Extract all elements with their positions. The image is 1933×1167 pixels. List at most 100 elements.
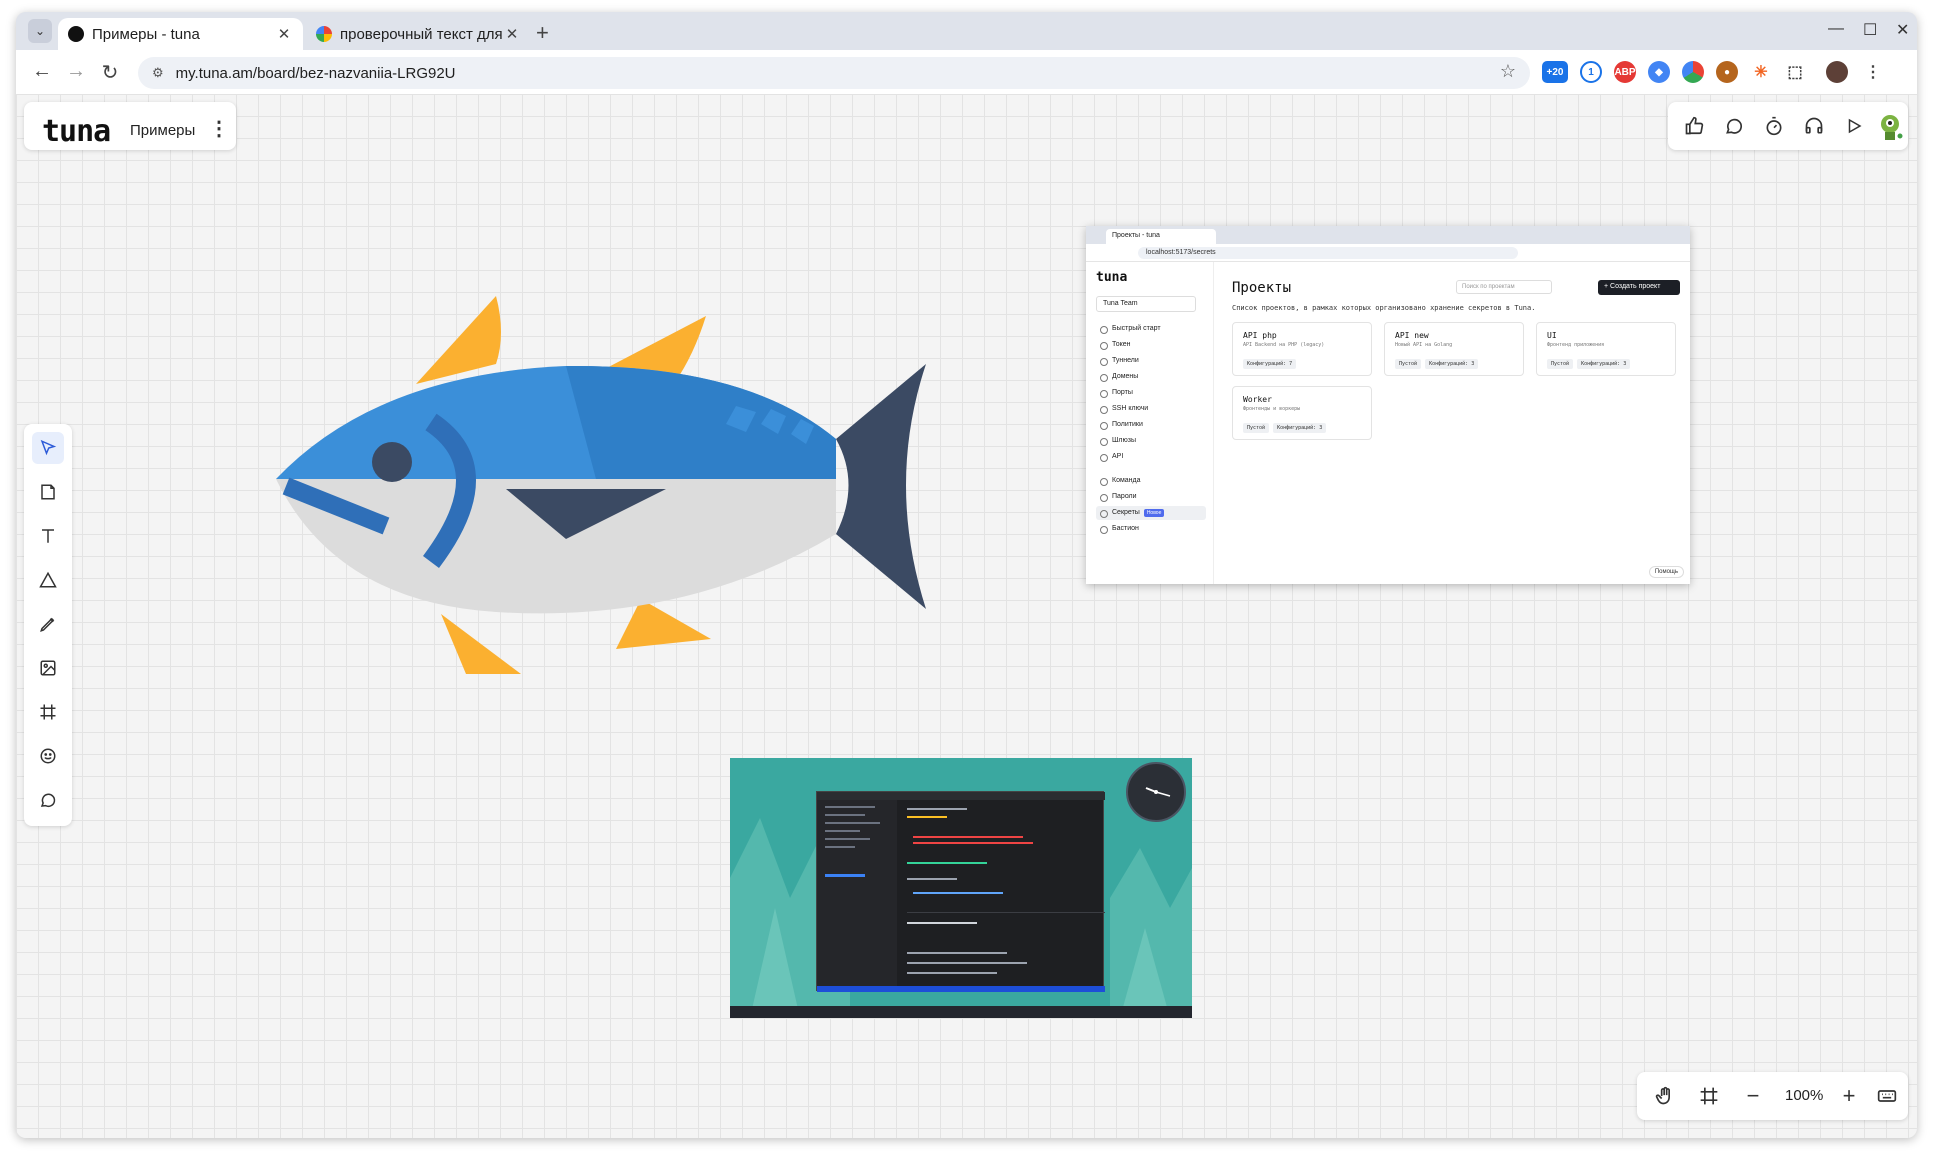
profile-avatar[interactable] (1826, 61, 1848, 83)
card-desc: Фронтенды и воркеры (1243, 406, 1301, 412)
embedded-toolbar: localhost:5173/secrets (1086, 244, 1690, 262)
color-picker-icon[interactable] (1682, 61, 1704, 83)
close-icon[interactable]: ✕ (275, 25, 293, 43)
embedded-help-button: Помощь (1648, 566, 1684, 578)
card-tag: Пустой (1243, 423, 1270, 433)
embedded-main: Проекты Поиск по проектам + Создать прое… (1220, 262, 1690, 584)
embedded-nav-item: Домены (1096, 370, 1206, 384)
card-tag: Конфигураций: 3 (1425, 359, 1479, 369)
tab-title: проверочный текст для ш (340, 25, 503, 43)
embedded-project-card: UI Фронтенд приложения Пустой Конфигураци… (1536, 322, 1676, 376)
tuna-logo[interactable]: tuna (42, 114, 111, 149)
emoji-icon[interactable] (32, 740, 64, 772)
embedded-nav-item: Шлюзы (1096, 434, 1206, 448)
zoom-controls: − 100% + (1637, 1072, 1908, 1120)
embedded-screenshot-projects[interactable]: Проекты - tuna localhost:5173/secrets tu… (1086, 226, 1690, 584)
google-favicon-icon (316, 26, 332, 42)
embedded-nav-item: SSH ключи (1096, 402, 1206, 416)
embedded-nav-item: Туннели (1096, 354, 1206, 368)
embedded-subtitle: Список проектов, в рамках которых органи… (1232, 304, 1536, 312)
zoom-in-icon[interactable]: + (1833, 1080, 1865, 1112)
password-manager-icon[interactable]: 1 (1580, 61, 1602, 83)
back-icon[interactable]: ← (30, 60, 54, 83)
forward-icon[interactable]: → (64, 60, 88, 83)
more-options-icon[interactable]: ⋮ (209, 116, 229, 141)
extension-badge[interactable]: +20 (1542, 61, 1568, 83)
code-editor-window (816, 791, 1105, 992)
maximize-icon[interactable]: ☐ (1863, 20, 1877, 40)
card-desc: Фронтенд приложения (1547, 342, 1605, 348)
extension-icon[interactable]: ◆ (1648, 61, 1670, 83)
embedded-nav-item: Политики (1096, 418, 1206, 432)
embedded-screenshot-desktop[interactable] (730, 758, 1192, 1018)
embedded-create-button: + Создать проект (1598, 280, 1680, 295)
text-icon[interactable] (32, 520, 64, 552)
card-tag: Конфигураций: 7 (1243, 359, 1297, 369)
embedded-tab: Проекты - tuna (1106, 229, 1216, 244)
zoom-out-icon[interactable]: − (1737, 1080, 1769, 1112)
embedded-project-card: API php API Backend на PHP (legacy) Конф… (1232, 322, 1372, 376)
board-canvas[interactable]: tuna Примеры ⋮ Проекты - tuna localhost:… (16, 94, 1917, 1138)
minimize-icon[interactable]: — (1828, 20, 1844, 38)
frame-icon[interactable] (32, 696, 64, 728)
pen-icon[interactable] (32, 608, 64, 640)
puzzle-icon[interactable]: ⬚ (1784, 61, 1806, 83)
image-icon[interactable] (32, 652, 64, 684)
avatar[interactable] (1874, 110, 1906, 142)
embedded-search: Поиск по проектам (1456, 280, 1552, 294)
chevron-down-icon: ⌄ (34, 24, 46, 38)
embedded-nav-item: Быстрый старт (1096, 322, 1206, 336)
menu-icon[interactable]: ⋮ (1862, 61, 1884, 83)
tuna-fish-image[interactable] (266, 294, 936, 674)
card-tags: Пустой Конфигураций: 3 (1547, 359, 1634, 369)
card-tags: Пустой Конфигураций: 3 (1395, 359, 1482, 369)
tool-palette (24, 424, 72, 826)
sticky-note-icon[interactable] (32, 476, 64, 508)
tab-google[interactable]: проверочный текст для ш ✕ (306, 18, 531, 50)
card-desc: API Backend на PHP (legacy) (1243, 342, 1325, 348)
clock-icon (1145, 787, 1171, 797)
browser-window: ⌄ Примеры - tuna ✕ проверочный текст для… (16, 12, 1917, 1138)
adblock-icon[interactable]: ABP (1614, 61, 1636, 83)
card-tag: Конфигураций: 3 (1273, 423, 1327, 433)
url-text: my.tuna.am/board/bez-nazvaniia-LRG92U (175, 64, 456, 82)
card-title: API php (1243, 331, 1277, 340)
select-icon[interactable] (32, 432, 64, 464)
like-icon[interactable] (1678, 110, 1710, 142)
zoom-level[interactable]: 100% (1785, 1087, 1823, 1104)
code-lines-image (817, 792, 1105, 992)
embedded-tab-strip: Проекты - tuna (1086, 226, 1690, 244)
browser-toolbar: ← → ↻ ⚙ my.tuna.am/board/bez-nazvaniia-L… (16, 50, 1917, 94)
timer-icon[interactable] (1758, 110, 1790, 142)
close-icon[interactable]: ✕ (503, 25, 521, 43)
close-window-icon[interactable]: ✕ (1896, 20, 1909, 40)
play-icon[interactable] (1838, 110, 1870, 142)
keyboard-icon[interactable] (1871, 1080, 1903, 1112)
collab-toolbar (1668, 102, 1908, 150)
card-title: API new (1395, 331, 1429, 340)
chat-icon[interactable] (1718, 110, 1750, 142)
tab-search-button[interactable]: ⌄ (28, 19, 52, 43)
new-tab-button[interactable]: + (536, 20, 549, 46)
hand-icon[interactable] (1649, 1080, 1681, 1112)
sparkle-icon[interactable]: ✳ (1750, 61, 1772, 83)
bookmark-star-icon[interactable]: ☆ (1500, 61, 1516, 82)
headphones-icon[interactable] (1798, 110, 1830, 142)
desktop-taskbar (730, 1006, 1192, 1018)
embedded-nav-item: Порты (1096, 386, 1206, 400)
embedded-nav-item-active: Секреты Новое (1096, 506, 1206, 520)
embedded-logo: tuna (1096, 270, 1128, 285)
board-name[interactable]: Примеры (130, 122, 195, 139)
embedded-team-select: Tuna Team (1096, 296, 1196, 312)
comment-icon[interactable] (32, 784, 64, 816)
cookie-icon[interactable]: ● (1716, 61, 1738, 83)
desktop-clock-widget (1126, 762, 1186, 822)
grid-icon[interactable] (1693, 1080, 1725, 1112)
address-bar[interactable]: ⚙ my.tuna.am/board/bez-nazvaniia-LRG92U … (138, 57, 1530, 89)
reload-icon[interactable]: ↻ (98, 60, 122, 85)
embedded-project-card: Worker Фронтенды и воркеры Пустой Конфигу… (1232, 386, 1372, 440)
shape-icon[interactable] (32, 564, 64, 596)
tab-tuna[interactable]: Примеры - tuna ✕ (58, 18, 303, 50)
embedded-sidebar: tuna Tuna Team Быстрый старт Токен Тунне… (1086, 262, 1214, 584)
site-info-icon[interactable]: ⚙ (152, 65, 164, 81)
